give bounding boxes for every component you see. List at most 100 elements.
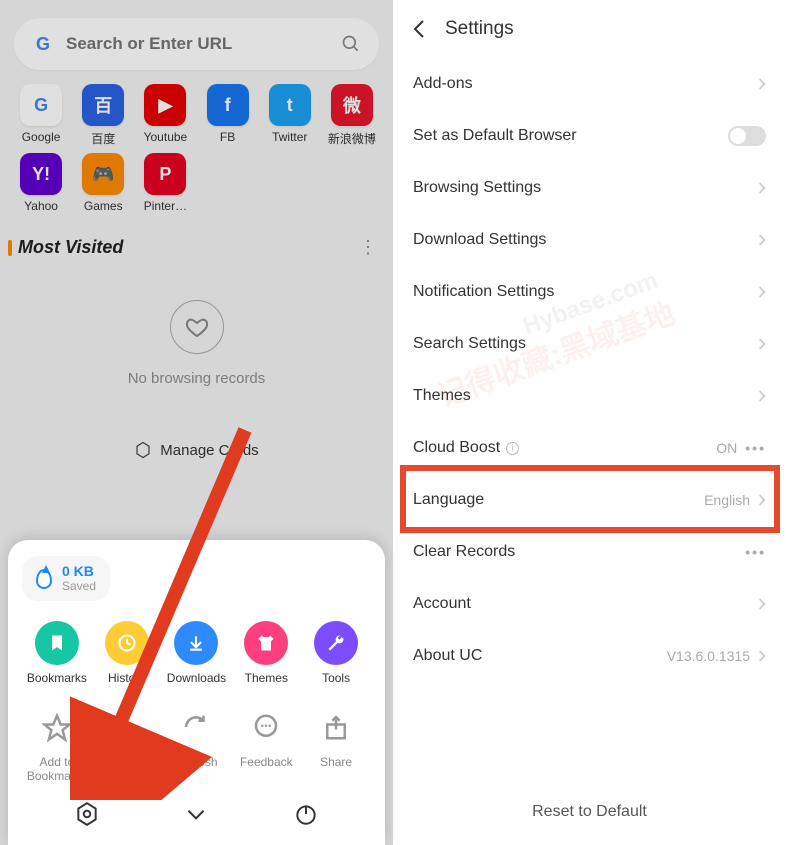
chevron-right-icon — [758, 597, 766, 611]
settings-list: Add-ons Set as Default Browser Browsing … — [393, 58, 786, 779]
search-bar[interactable]: G — [14, 18, 379, 70]
most-visited-title: Most Visited — [18, 237, 123, 258]
settings-row-themes[interactable]: Themes — [393, 370, 786, 422]
settings-row-account[interactable]: Account — [393, 578, 786, 630]
row-label: Clear Records — [413, 543, 515, 561]
row-label: Search Settings — [413, 335, 526, 353]
site-label: FB — [197, 130, 259, 144]
settings-panel: Settings Add-ons Set as Default Browser … — [393, 0, 786, 845]
clock-icon — [105, 621, 149, 665]
settings-row-browsing-settings[interactable]: Browsing Settings — [393, 162, 786, 214]
info-icon: i — [506, 442, 519, 455]
tool-star[interactable]: Add to Bookmarks — [22, 705, 92, 783]
settings-row-add-ons[interactable]: Add-ons — [393, 58, 786, 110]
speed-dial-item[interactable]: P Pinter… — [134, 153, 196, 213]
site-label: 百度 — [72, 130, 134, 147]
toggle[interactable] — [728, 126, 766, 146]
chevron-right-icon — [758, 233, 766, 247]
power-icon[interactable] — [293, 801, 319, 827]
speed-dial-item[interactable]: 微 新浪微博 — [321, 84, 383, 147]
chevron-right-icon — [758, 285, 766, 299]
site-icon: Y! — [20, 153, 62, 195]
shirt-icon — [244, 621, 288, 665]
settings-header: Settings — [393, 0, 786, 58]
download-icon — [174, 621, 218, 665]
site-label: Pinter… — [134, 199, 196, 213]
moon-icon — [105, 705, 149, 749]
sheet-footer — [22, 783, 371, 837]
row-label: About UC — [413, 647, 482, 665]
most-visited-body: No browsing records — [0, 270, 393, 427]
speed-dial-item[interactable]: f FB — [197, 84, 259, 147]
settings-icon[interactable] — [74, 801, 100, 827]
settings-row-set-as-default-browser[interactable]: Set as Default Browser — [393, 110, 786, 162]
chevron-right-icon — [758, 181, 766, 195]
search-input[interactable] — [66, 34, 341, 54]
data-saved-badge[interactable]: 0 KB Saved — [22, 556, 110, 601]
chat-icon — [244, 705, 288, 749]
most-visited-header: Most Visited ⋮ — [0, 213, 393, 270]
row-label: Browsing Settings — [413, 179, 541, 197]
chevron-right-icon — [758, 77, 766, 91]
site-label: Yahoo — [10, 199, 72, 213]
speed-dial-item[interactable]: G Google — [10, 84, 72, 147]
settings-row-download-settings[interactable]: Download Settings — [393, 214, 786, 266]
site-icon: 百 — [82, 84, 124, 126]
heart-icon — [170, 300, 224, 354]
site-label: 新浪微博 — [321, 130, 383, 147]
manage-cards-button[interactable]: Manage Cards — [0, 427, 393, 473]
site-label: Games — [72, 199, 134, 213]
settings-row-about-uc[interactable]: About UC V13.6.0.1315 — [393, 630, 786, 682]
row-label: Notification Settings — [413, 283, 554, 301]
bookmark-icon — [35, 621, 79, 665]
tool-moon[interactable]: Night — [92, 705, 162, 783]
page-title: Settings — [445, 18, 514, 40]
settings-row-notification-settings[interactable]: Notification Settings — [393, 266, 786, 318]
site-label: Google — [10, 130, 72, 144]
site-label: Twitter — [259, 130, 321, 144]
droplet-icon — [36, 569, 52, 589]
more-icon[interactable]: ••• — [745, 544, 766, 560]
tool-shirt[interactable]: Themes — [231, 621, 301, 685]
data-saved-label: Saved — [62, 580, 96, 593]
settings-row-search-settings[interactable]: Search Settings — [393, 318, 786, 370]
speed-dial-item[interactable]: 🎮 Games — [72, 153, 134, 213]
tool-download[interactable]: Downloads — [162, 621, 232, 685]
reset-to-default[interactable]: Reset to Default — [393, 779, 786, 845]
back-icon[interactable] — [413, 19, 425, 39]
chevron-right-icon — [758, 649, 766, 663]
data-saved-value: 0 KB — [62, 564, 96, 579]
speed-dial-item[interactable]: 百 百度 — [72, 84, 134, 147]
row-label: Account — [413, 595, 471, 613]
settings-row-language[interactable]: Language English — [393, 474, 786, 526]
site-icon: t — [269, 84, 311, 126]
speed-dial-grid: G Google百 百度▶ Youtubef FBt Twitter微 新浪微博… — [0, 84, 393, 213]
speed-dial-item[interactable]: t Twitter — [259, 84, 321, 147]
tool-share[interactable]: Share — [301, 705, 371, 783]
search-icon[interactable] — [341, 34, 361, 54]
tools-row-primary: BookmarksHistoryDownloadsThemesTools — [22, 621, 371, 685]
google-icon: G — [32, 33, 54, 55]
row-label: Language — [413, 491, 484, 509]
collapse-icon[interactable] — [183, 801, 209, 827]
settings-row-clear-records[interactable]: Clear Records ••• — [393, 526, 786, 578]
tool-refresh[interactable]: Refresh — [162, 705, 232, 783]
tools-row-secondary: Add to BookmarksNightRefreshFeedbackShar… — [22, 705, 371, 783]
site-icon: 微 — [331, 84, 373, 126]
row-label: Download Settings — [413, 231, 546, 249]
settings-row-cloud-boost[interactable]: Cloud Boost iON••• — [393, 422, 786, 474]
no-records-text: No browsing records — [0, 370, 393, 387]
site-icon: 🎮 — [82, 153, 124, 195]
more-icon[interactable]: ••• — [745, 440, 766, 456]
tool-chat[interactable]: Feedback — [231, 705, 301, 783]
tool-clock[interactable]: History — [92, 621, 162, 685]
more-icon[interactable]: ⋮ — [359, 237, 375, 258]
tool-wrench[interactable]: Tools — [301, 621, 371, 685]
speed-dial-item[interactable]: ▶ Youtube — [134, 84, 196, 147]
speed-dial-item[interactable]: Y! Yahoo — [10, 153, 72, 213]
refresh-icon — [174, 705, 218, 749]
tool-bookmark[interactable]: Bookmarks — [22, 621, 92, 685]
chevron-right-icon — [758, 337, 766, 351]
wrench-icon — [314, 621, 358, 665]
site-icon: ▶ — [144, 84, 186, 126]
